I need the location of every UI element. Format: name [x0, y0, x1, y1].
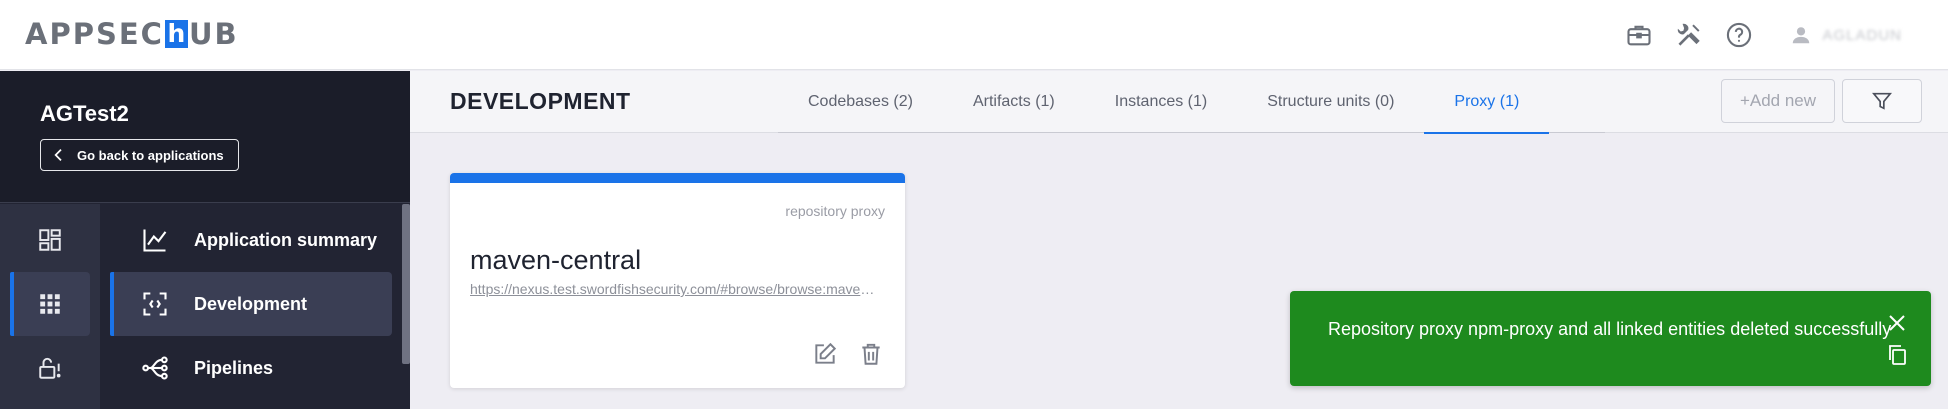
copy-icon — [1889, 345, 1906, 365]
lock-alert-icon — [39, 357, 61, 379]
sidebar-rail — [0, 204, 100, 409]
close-icon — [1889, 315, 1905, 331]
sidebar: AGTest2 Go back to applications Applicat… — [0, 71, 410, 409]
card-actions — [793, 340, 885, 368]
user-avatar-icon — [1793, 27, 1810, 44]
code-scan-icon — [140, 289, 170, 319]
toast-close-button[interactable] — [1885, 311, 1909, 335]
card-type-label: repository proxy — [785, 203, 885, 219]
sidebar-item-pipelines[interactable]: Pipelines — [110, 336, 392, 400]
user-menu[interactable]: AGLADUN — [1790, 24, 1902, 46]
edit-icon — [815, 342, 837, 364]
tabs: Codebases (2) Artifacts (1) Instances (1… — [778, 71, 1550, 134]
help-icon[interactable] — [1722, 18, 1756, 52]
pipeline-icon — [140, 353, 170, 383]
sidebar-menu: Application summary Development Pipeline… — [100, 204, 410, 409]
rail-item-security[interactable] — [10, 336, 90, 400]
page-title: DEVELOPMENT — [450, 88, 631, 114]
sidebar-scrollbar[interactable] — [402, 204, 410, 364]
proxy-card[interactable]: repository proxy maven-central https://n… — [450, 173, 905, 388]
rail-item-apps[interactable] — [10, 272, 90, 336]
edit-button[interactable] — [811, 340, 839, 368]
logo-highlight: h — [164, 20, 188, 48]
logo-text-left: APPSEC — [25, 17, 164, 51]
project-header: AGTest2 Go back to applications — [0, 71, 410, 203]
back-to-applications-button[interactable]: Go back to applications — [40, 139, 239, 171]
toast-message: Repository proxy npm-proxy and all linke… — [1328, 319, 1892, 339]
card-title: maven-central — [470, 245, 642, 275]
trash-icon — [862, 343, 880, 365]
top-bar: APPSEC h UB AGLADUN — [0, 0, 1948, 70]
tab-structure-units[interactable]: Structure units (0) — [1237, 71, 1424, 133]
top-icons: AGLADUN — [1622, 0, 1948, 70]
card-accent-bar — [450, 173, 905, 183]
sidebar-item-application-summary[interactable]: Application summary — [110, 208, 392, 272]
sidebar-item-label: Application summary — [194, 229, 378, 250]
logo-text-right: UB — [188, 17, 239, 51]
card-url-link[interactable]: https://nexus.test.swordfishsecurity.com… — [470, 281, 880, 297]
main-header: DEVELOPMENT Codebases (2) Artifacts (1) … — [410, 71, 1948, 134]
chevron-left-icon — [54, 149, 62, 161]
tools-icon[interactable] — [1672, 18, 1706, 52]
sidebar-item-label: Pipelines — [194, 357, 274, 378]
success-toast: Repository proxy npm-proxy and all linke… — [1290, 291, 1931, 386]
sidebar-item-development[interactable]: Development — [110, 272, 392, 336]
chart-line-icon — [140, 225, 170, 255]
filter-button[interactable] — [1842, 79, 1922, 123]
sidebar-item-label: Development — [194, 293, 308, 314]
back-button-label: Go back to applications — [77, 147, 224, 163]
tab-codebases[interactable]: Codebases (2) — [778, 71, 943, 133]
filter-icon — [1872, 92, 1892, 110]
dashboard-icon — [39, 229, 61, 251]
apps-grid-icon — [40, 294, 60, 314]
tab-artifacts[interactable]: Artifacts (1) — [943, 71, 1085, 133]
appsechub-logo[interactable]: APPSEC h UB — [25, 16, 239, 52]
tab-proxy[interactable]: Proxy (1) — [1424, 71, 1550, 134]
add-new-button[interactable]: +Add new — [1721, 79, 1835, 123]
project-name: AGTest2 — [40, 101, 129, 126]
tab-instances[interactable]: Instances (1) — [1085, 71, 1237, 133]
briefcase-icon[interactable] — [1622, 18, 1656, 52]
toast-copy-button[interactable] — [1885, 343, 1909, 367]
user-name: AGLADUN — [1822, 26, 1902, 44]
rail-item-dashboard[interactable] — [10, 208, 90, 272]
delete-button[interactable] — [857, 340, 885, 368]
